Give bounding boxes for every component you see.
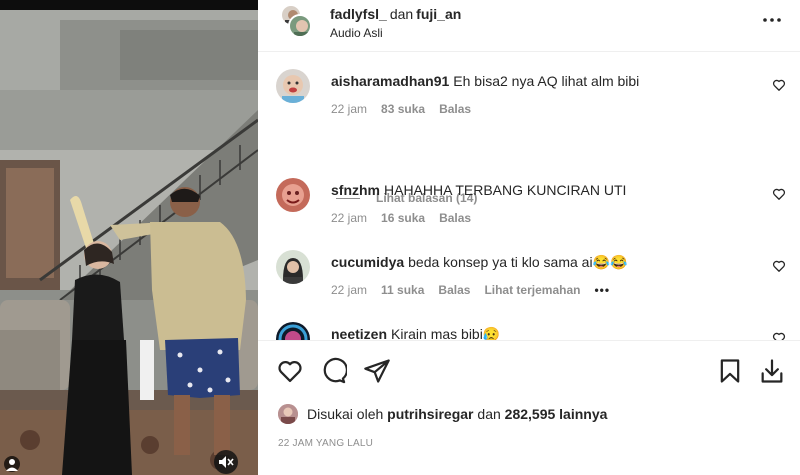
send-icon[interactable] bbox=[363, 357, 391, 385]
likes-connector: dan bbox=[477, 406, 501, 422]
post-timestamp[interactable]: 22 JAM YANG LALU bbox=[278, 438, 373, 449]
commenter-avatar[interactable] bbox=[276, 178, 310, 212]
comment-meta: 22 jam 83 suka Balas bbox=[331, 102, 485, 116]
comment-body: cucumidya beda konsep ya ti klo sama ai😂😂 bbox=[331, 253, 627, 271]
post-authors: fadlyfsl_ dan fuji_an bbox=[330, 6, 461, 22]
comment-like-count[interactable]: 83 suka bbox=[381, 102, 425, 116]
post-panel: fadlyfsl_ dan fuji_an Audio Asli aisharama… bbox=[258, 0, 800, 475]
heart-icon[interactable] bbox=[772, 187, 786, 201]
comment-text: Eh bisa2 nya AQ lihat alm bibi bbox=[453, 73, 640, 89]
likes-count[interactable]: 282,595 lainnya bbox=[505, 406, 608, 422]
reply-button[interactable]: Balas bbox=[438, 283, 470, 297]
video-player[interactable] bbox=[0, 0, 258, 475]
comment-username[interactable]: aisharamadhan91 bbox=[331, 73, 449, 89]
commenter-avatar[interactable] bbox=[276, 250, 310, 284]
liker-username[interactable]: putrihsiregar bbox=[387, 406, 473, 422]
reply-button[interactable]: Balas bbox=[439, 211, 471, 225]
comment-username[interactable]: sfnzhm bbox=[331, 182, 380, 198]
user-tag-icon[interactable] bbox=[4, 456, 20, 472]
comment-body: neetizen Kirain mas bibi😥 bbox=[331, 325, 500, 340]
likes-prefix: Disukai oleh bbox=[307, 406, 384, 422]
heart-icon[interactable] bbox=[772, 259, 786, 273]
commenter-avatar[interactable] bbox=[276, 69, 310, 103]
author-connector: dan bbox=[389, 6, 414, 22]
comment-text: beda konsep ya ti klo sama ai😂😂 bbox=[408, 254, 628, 270]
download-icon[interactable] bbox=[758, 357, 786, 385]
comment-text: HAHAHHA TERBANG KUNCIRAN UTI bbox=[384, 182, 627, 198]
liker-avatar[interactable] bbox=[278, 404, 298, 424]
likes-text: Disukai oleh putrihsiregar dan 282,595 l… bbox=[307, 406, 607, 422]
comment-meta: 22 jam 16 suka Balas bbox=[331, 211, 485, 225]
comment-time: 22 jam bbox=[331, 211, 368, 225]
comment-time: 22 jam bbox=[331, 283, 368, 297]
heart-icon[interactable] bbox=[276, 357, 304, 385]
comment-username[interactable]: neetizen bbox=[331, 326, 387, 340]
comment-like-count[interactable]: 11 suka bbox=[381, 283, 424, 297]
bookmark-icon[interactable] bbox=[716, 357, 744, 385]
comment-body: aisharamadhan91 Eh bisa2 nya AQ lihat alm… bbox=[331, 72, 639, 90]
video-frame bbox=[0, 10, 258, 475]
comment-time: 22 jam bbox=[331, 102, 368, 116]
comment-username[interactable]: cucumidya bbox=[331, 254, 404, 270]
coauthor-avatar[interactable] bbox=[288, 14, 312, 38]
comment-icon[interactable] bbox=[319, 357, 348, 385]
translate-button[interactable]: Lihat terjemahan bbox=[484, 283, 580, 297]
mute-icon[interactable] bbox=[214, 450, 238, 474]
commenter-avatar[interactable] bbox=[276, 322, 310, 340]
heart-icon[interactable] bbox=[772, 331, 786, 340]
comment-like-count[interactable]: 16 suka bbox=[381, 211, 425, 225]
comment-body: sfnzhm HAHAHHA TERBANG KUNCIRAN UTI bbox=[331, 181, 626, 199]
more-options-icon[interactable] bbox=[760, 12, 784, 28]
comment-text: Kirain mas bibi😥 bbox=[391, 326, 501, 340]
action-bar bbox=[258, 340, 800, 404]
author-username[interactable]: fadlyfsl_ bbox=[330, 6, 387, 22]
coauthor-username[interactable]: fuji_an bbox=[416, 6, 461, 22]
post-header: fadlyfsl_ dan fuji_an Audio Asli bbox=[258, 0, 800, 52]
comment-more-icon[interactable]: ••• bbox=[594, 283, 610, 297]
comment-meta: 22 jam 11 suka Balas Lihat terjemahan ••• bbox=[331, 283, 624, 297]
reply-button[interactable]: Balas bbox=[439, 102, 471, 116]
heart-icon[interactable] bbox=[772, 78, 786, 92]
video-top-bar bbox=[0, 0, 258, 10]
comment-list[interactable]: aisharamadhan91 Eh bisa2 nya AQ lihat alm… bbox=[258, 53, 800, 340]
audio-link[interactable]: Audio Asli bbox=[330, 26, 383, 40]
